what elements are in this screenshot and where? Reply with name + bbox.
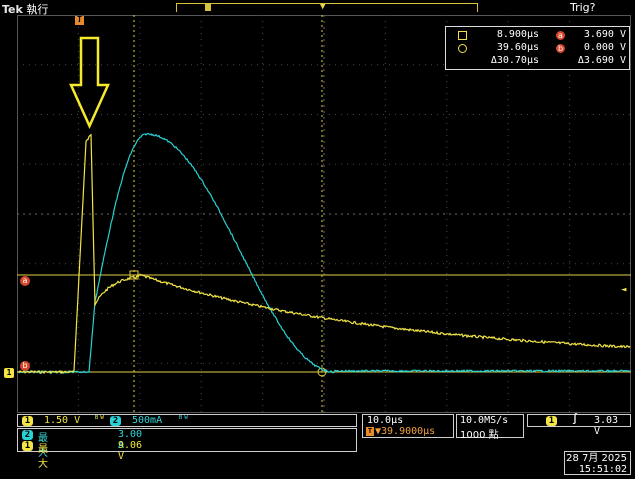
trigger-time-icon: T	[366, 427, 374, 436]
max-readout-panel: 2 最大 3.00 A 1 最大 9.06 V	[17, 428, 357, 470]
ch1-ground-marker[interactable]: 1	[4, 368, 14, 378]
cursor-a-marker: a	[20, 276, 30, 286]
cursor-b-marker: b	[20, 361, 30, 371]
ch2-tag[interactable]: 2	[110, 416, 121, 426]
sample-rate: 10.0MS/s	[460, 415, 509, 426]
waveform-svg	[17, 15, 631, 413]
cursor-readout-panel: 8.900µs a 3.690 V 39.60µs b 0.000 V Δ30.…	[445, 26, 630, 70]
channel-scale-panel[interactable]: 1 1.50 V ᴮᵂ 2 500mA ᴮᵂ	[17, 414, 357, 427]
readout-ch1-label: 最大	[38, 444, 48, 470]
delta-voltage: Δ3.690 V	[577, 55, 626, 66]
ch2-trace	[17, 132, 631, 375]
graticule	[17, 15, 631, 413]
timebase-panel[interactable]: 10.0µs T ▼39.9000µs	[362, 414, 454, 438]
cursor1-square-icon	[458, 31, 467, 40]
trigger-level-icon: ◄	[621, 285, 627, 295]
ch2-scale: 500mA	[132, 415, 163, 426]
readout-ch2-tag: 2	[22, 430, 33, 440]
record-length: 1000 點	[460, 430, 499, 441]
trigger-panel[interactable]: 1 ∫ 3.03 V	[527, 414, 631, 437]
date-text: 28 7月 2025	[566, 453, 627, 464]
timebase-scale: 10.0µs	[367, 415, 404, 426]
datetime-panel: 28 7月 2025 15:51:02	[564, 451, 631, 475]
cursor-b-icon: b	[556, 44, 565, 53]
acquisition-panel[interactable]: 10.0MS/s 1000 點	[456, 414, 524, 441]
cursor1-time: 8.900µs	[496, 29, 539, 40]
horizontal-position: ▼39.9000µs	[375, 426, 436, 437]
cursor-b-voltage: 0.000 V	[583, 42, 626, 53]
time-text: 15:51:02	[578, 464, 627, 475]
ch1-scale: 1.50 V	[44, 415, 81, 426]
ch2-bandwidth-icon: ᴮᵂ	[178, 415, 189, 425]
trigger-level: 3.03 V	[594, 415, 619, 437]
cursor-a-icon: a	[556, 31, 565, 40]
rising-edge-icon: ∫	[572, 414, 579, 425]
ch1-trace	[17, 133, 631, 375]
cursor-a-voltage: 3.690 V	[583, 29, 626, 40]
cursor2-circle-icon	[458, 44, 467, 53]
ch1-tag[interactable]: 1	[22, 416, 33, 426]
delta-time: Δ30.70µs	[490, 55, 539, 66]
cursor2-time: 39.60µs	[496, 42, 539, 53]
ch1-bandwidth-icon: ᴮᵂ	[94, 415, 105, 425]
down-arrow-icon	[69, 36, 110, 130]
readout-ch1-tag: 1	[22, 441, 33, 451]
trigger-source-tag: 1	[546, 416, 557, 426]
readout-ch1-value: 9.06 V	[118, 440, 143, 462]
